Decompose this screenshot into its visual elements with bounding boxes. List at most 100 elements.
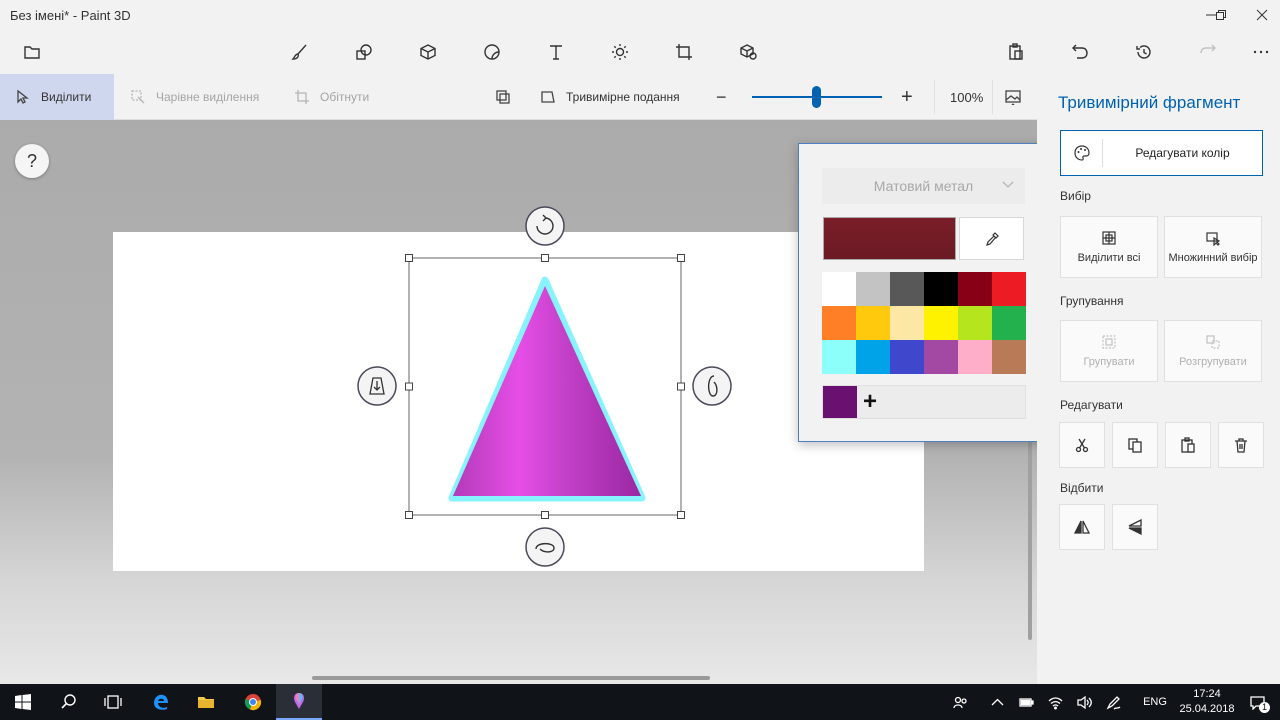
flip-vertical-button[interactable]	[1112, 504, 1158, 550]
group-label: Групувати	[1083, 356, 1135, 368]
palette-swatch[interactable]	[958, 272, 992, 306]
paste-button[interactable]	[1003, 40, 1029, 64]
windows-icon	[15, 694, 31, 710]
group-button[interactable]: Групувати	[1060, 320, 1158, 382]
history-button[interactable]	[1131, 40, 1157, 64]
magic-select-label: Чарівне виділення	[156, 90, 260, 104]
resize-handle[interactable]	[541, 254, 549, 262]
view-3d-toggle[interactable]: Тривимірне подання	[540, 74, 680, 120]
ungroup-button[interactable]: Розгрупувати	[1164, 320, 1262, 382]
crop-tool[interactable]: Обітнути	[294, 74, 369, 120]
palette-swatch[interactable]	[822, 306, 856, 340]
select-tool[interactable]: Виділити	[15, 74, 91, 120]
paste-icon	[1181, 437, 1195, 453]
palette-swatch[interactable]	[822, 340, 856, 374]
view-options-button[interactable]	[1005, 74, 1031, 120]
brushes-tool[interactable]	[287, 40, 313, 64]
more-button[interactable]	[1249, 40, 1273, 64]
zoom-in-button[interactable]: +	[901, 74, 913, 120]
restore-button[interactable]	[1198, 0, 1244, 30]
volume-indicator[interactable]	[1073, 684, 1095, 720]
select-all-button[interactable]: Виділити всі	[1060, 216, 1158, 278]
palette-swatch[interactable]	[890, 272, 924, 306]
palette-swatch[interactable]	[992, 306, 1026, 340]
text-icon	[550, 45, 562, 60]
resize-handle[interactable]	[405, 254, 413, 262]
palette-swatch[interactable]	[890, 340, 924, 374]
zoom-value[interactable]: 100%	[950, 74, 983, 120]
multi-select-icon	[1206, 232, 1221, 246]
palette-swatch[interactable]	[856, 272, 890, 306]
palette-swatch[interactable]	[958, 340, 992, 374]
text-tool[interactable]	[543, 40, 569, 64]
multi-select-button[interactable]: Множинний вибір	[1164, 216, 1262, 278]
clock[interactable]: 17:24 25.04.2018	[1176, 687, 1238, 717]
zoom-out-button[interactable]: −	[716, 74, 727, 120]
rotate-y-control[interactable]	[692, 366, 732, 406]
resize-handle[interactable]	[541, 511, 549, 519]
search-button[interactable]	[46, 684, 92, 720]
palette-swatch[interactable]	[992, 272, 1026, 306]
explorer-app[interactable]	[183, 684, 229, 720]
battery-indicator[interactable]	[1015, 684, 1037, 720]
palette-swatch[interactable]	[992, 340, 1026, 374]
effects-tool[interactable]	[607, 40, 633, 64]
palette-swatch[interactable]	[890, 306, 924, 340]
add-color-button[interactable]: +	[863, 388, 877, 416]
show-hidden-icons-button[interactable]	[986, 684, 1008, 720]
resize-handle[interactable]	[677, 511, 685, 519]
flip-horizontal-button[interactable]	[1059, 504, 1105, 550]
horizontal-scrollbar[interactable]	[312, 676, 710, 680]
rotate-z-control[interactable]	[525, 206, 565, 246]
custom-color-swatch[interactable]	[823, 386, 857, 418]
cut-button[interactable]	[1059, 422, 1105, 468]
undo-icon	[1072, 44, 1088, 59]
cone-3d-object[interactable]	[453, 286, 641, 496]
pen-workspace-button[interactable]	[1102, 684, 1124, 720]
people-button[interactable]	[946, 684, 974, 720]
menu-button[interactable]	[19, 40, 45, 64]
paste-panel-button[interactable]	[1165, 422, 1211, 468]
rotate-x-control[interactable]	[525, 527, 565, 567]
palette-swatch[interactable]	[924, 340, 958, 374]
redo-button[interactable]	[1195, 40, 1221, 64]
eyedropper-button[interactable]	[959, 217, 1024, 260]
chrome-app[interactable]	[230, 684, 276, 720]
wifi-indicator[interactable]	[1044, 684, 1066, 720]
palette-swatch[interactable]	[924, 272, 958, 306]
resize-handle[interactable]	[677, 254, 685, 262]
material-dropdown[interactable]: Матовий метал	[822, 168, 1025, 204]
edit-color-button[interactable]: Редагувати колір	[1060, 130, 1263, 176]
depth-push-control[interactable]	[357, 366, 397, 406]
2d-shapes-tool[interactable]	[351, 40, 377, 64]
canvas-tool[interactable]	[671, 40, 697, 64]
stickers-tool[interactable]	[479, 40, 505, 64]
current-color-swatch[interactable]	[823, 217, 956, 260]
copy-button[interactable]	[1112, 422, 1158, 468]
delete-button[interactable]	[1218, 422, 1264, 468]
vertical-scrollbar[interactable]	[1028, 440, 1032, 640]
undo-button[interactable]	[1067, 40, 1093, 64]
3d-shapes-tool[interactable]	[415, 40, 441, 64]
palette-swatch[interactable]	[924, 306, 958, 340]
palette-swatch[interactable]	[856, 306, 890, 340]
start-button[interactable]	[0, 684, 46, 720]
3d-library-tool[interactable]	[735, 40, 761, 64]
magic-select-tool[interactable]: Чарівне виділення	[130, 74, 259, 120]
resize-handle[interactable]	[677, 382, 685, 391]
paint-3d-app[interactable]	[276, 684, 322, 720]
palette-swatch[interactable]	[856, 340, 890, 374]
paste-3d-button[interactable]	[495, 74, 521, 120]
input-language-button[interactable]: ENG	[1140, 684, 1170, 720]
palette-swatch[interactable]	[958, 306, 992, 340]
palette-swatch[interactable]	[822, 272, 856, 306]
task-view-button[interactable]	[90, 684, 136, 720]
resize-handle[interactable]	[405, 511, 413, 519]
zoom-slider-thumb[interactable]	[812, 86, 821, 108]
close-button[interactable]	[1244, 0, 1280, 30]
edge-app[interactable]	[138, 684, 184, 720]
action-center-button[interactable]: 1	[1244, 684, 1270, 720]
folder-icon	[198, 697, 214, 708]
paint-3d-icon	[294, 693, 304, 709]
resize-handle[interactable]	[405, 382, 413, 391]
